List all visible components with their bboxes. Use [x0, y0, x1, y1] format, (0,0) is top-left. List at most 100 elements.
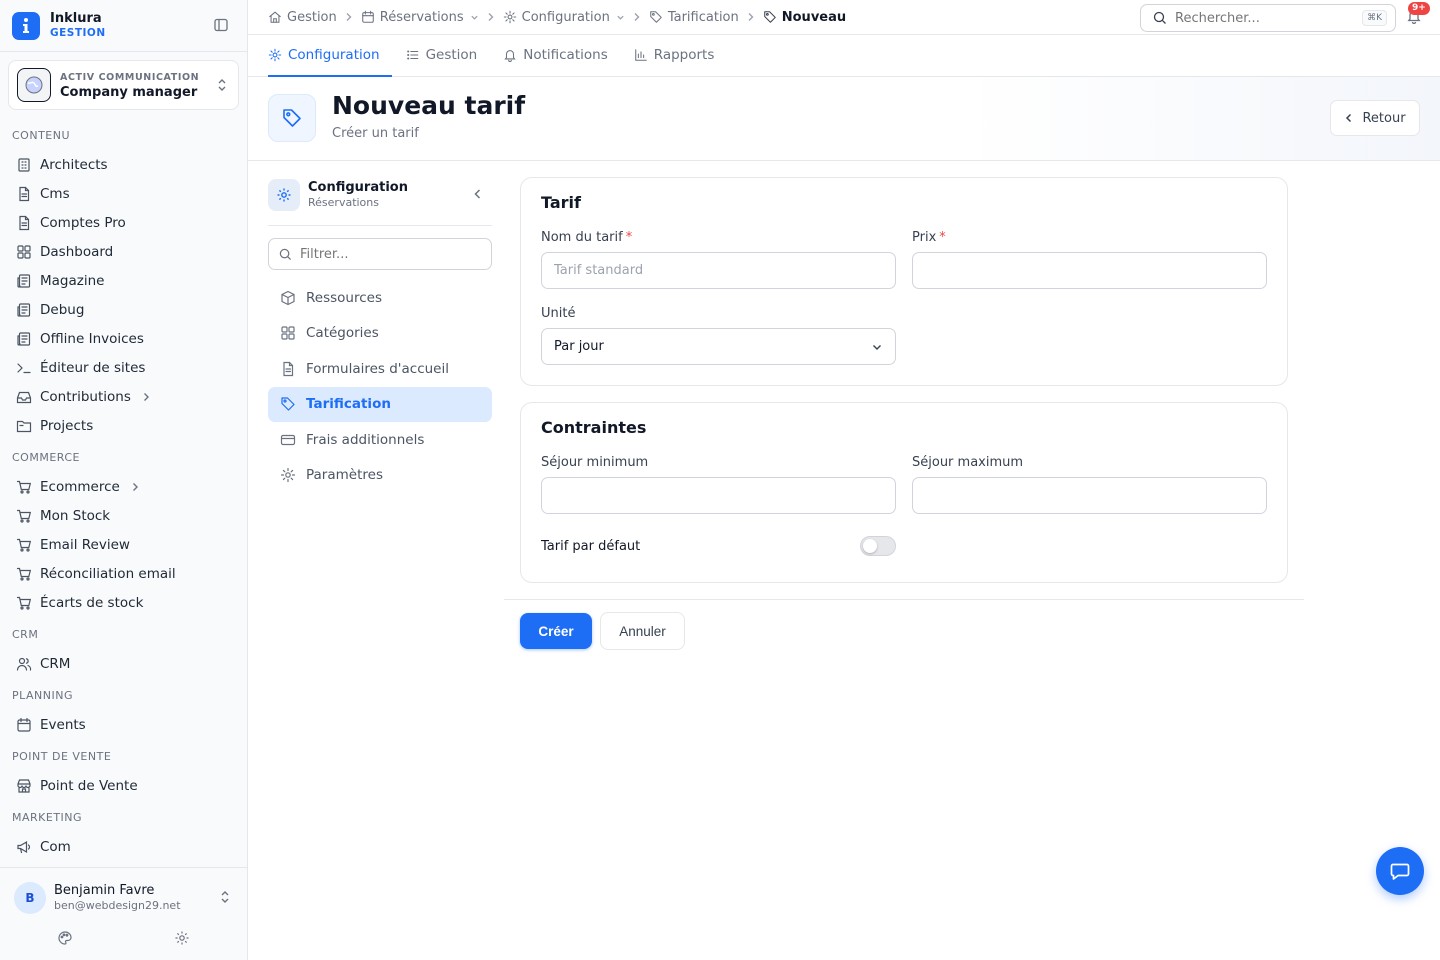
sidebar-section-label: COMMERCE: [12, 451, 80, 464]
user-menu[interactable]: B Benjamin Favre ben@webdesign29.net: [0, 868, 247, 914]
sidebar-item-comptes-pro[interactable]: Comptes Pro: [0, 208, 247, 237]
min-stay-input[interactable]: [541, 477, 896, 514]
sidebar-item--carts-de-stock[interactable]: Écarts de stock: [0, 588, 247, 617]
chevron-down-icon[interactable]: [470, 13, 479, 22]
tag-icon: [268, 94, 316, 142]
sidebar-section-label: CONTENU: [12, 129, 71, 142]
user-panel: B Benjamin Favre ben@webdesign29.net: [0, 867, 247, 960]
chevron-up-down-icon[interactable]: [219, 890, 231, 904]
file-icon: [16, 186, 32, 202]
breadcrumb-label: Gestion: [287, 9, 337, 25]
company-role: Company manager: [60, 85, 198, 100]
breadcrumb-label: Tarification: [667, 9, 739, 25]
tab-label: Notifications: [523, 47, 608, 63]
gear-icon: [503, 10, 517, 24]
sidebar-item-crm[interactable]: CRM: [0, 649, 247, 678]
sidebar-item-email-review[interactable]: Email Review: [0, 530, 247, 559]
company-org: ACTIV COMMUNICATION: [60, 72, 200, 83]
tab-rapports[interactable]: Rapports: [634, 35, 727, 77]
card-icon: [280, 432, 296, 448]
chevron-down-icon[interactable]: [616, 13, 625, 22]
sidebar-item-architects[interactable]: Architects: [0, 150, 247, 179]
filter-box[interactable]: [268, 238, 492, 270]
tab-gestion[interactable]: Gestion: [406, 35, 490, 77]
cart-icon: [16, 595, 32, 611]
home-icon: [268, 10, 282, 24]
tab-notifications[interactable]: Notifications: [503, 35, 620, 77]
subnav-title: Configuration: [308, 180, 408, 195]
name-label-text: Nom du tarif: [541, 230, 623, 245]
subnav-item-formulaires-d-accueil[interactable]: Formulaires d'accueil: [268, 351, 492, 387]
sidebar-item-cms[interactable]: Cms: [0, 179, 247, 208]
chevron-right-icon: [487, 12, 495, 22]
search-input[interactable]: [1175, 10, 1355, 26]
sidebar-item-label: Point de Vente: [40, 777, 138, 794]
price-label: Prix *: [912, 230, 946, 245]
sidebar-item-point-de-vente[interactable]: Point de Vente: [0, 771, 247, 800]
subnav-item-frais-additionnels[interactable]: Frais additionnels: [268, 422, 492, 458]
newspaper-icon: [16, 331, 32, 347]
sidebar-toggle-icon[interactable]: [213, 17, 229, 33]
company-switcher[interactable]: ACTIV COMMUNICATION Company manager: [8, 60, 239, 110]
brand: Inklura GESTION: [0, 0, 247, 52]
max-stay-input[interactable]: [912, 477, 1267, 514]
sidebar-item-mon-stock[interactable]: Mon Stock: [0, 501, 247, 530]
subnav-item-param-tres[interactable]: Paramètres: [268, 458, 492, 494]
subnav-item-cat-gories[interactable]: Catégories: [268, 316, 492, 352]
price-input[interactable]: [912, 252, 1267, 289]
required-marker: *: [939, 230, 946, 245]
sidebar-item--diteur-de-sites[interactable]: Éditeur de sites: [0, 353, 247, 382]
sidebar-item-label: Mon Stock: [40, 507, 111, 524]
subnav-item-tarification[interactable]: Tarification: [268, 386, 492, 422]
breadcrumb-r-servations[interactable]: Réservations: [361, 10, 479, 25]
sidebar-item-debug[interactable]: Debug: [0, 295, 247, 324]
breadcrumb-configuration[interactable]: Configuration: [503, 10, 625, 25]
brand-logo-icon[interactable]: [12, 11, 40, 40]
breadcrumb-tarification[interactable]: Tarification: [649, 10, 739, 25]
sidebar-item-ecommerce[interactable]: Ecommerce: [0, 472, 247, 501]
gear-icon[interactable]: [174, 930, 190, 946]
sidebar-section-label: CRM: [12, 628, 39, 641]
chevron-right-icon: [130, 482, 140, 492]
subnav-item-ressources[interactable]: Ressources: [268, 280, 492, 316]
sidebar-item-offline-invoices[interactable]: Offline Invoices: [0, 324, 247, 353]
breadcrumb-label: Configuration: [521, 9, 610, 25]
collapse-chevron-left-icon[interactable]: [472, 188, 484, 200]
sidebar-item-label: Offline Invoices: [40, 330, 144, 347]
building-icon: [16, 157, 32, 173]
create-button[interactable]: Créer: [520, 613, 592, 649]
sidebar-item-magazine[interactable]: Magazine: [0, 266, 247, 295]
min-stay-label: Séjour minimum: [541, 455, 649, 470]
tarif-card: Tarif Nom du tarif* Prix* Unité Par jour: [520, 177, 1288, 386]
chat-bubble-icon[interactable]: [1376, 847, 1424, 895]
sidebar-section-label: MARKETING: [12, 811, 83, 824]
tag-icon: [649, 10, 663, 24]
breadcrumb-gestion[interactable]: Gestion: [268, 10, 337, 25]
tarif-name-input[interactable]: [541, 252, 896, 289]
sidebar-item-projects[interactable]: Projects: [0, 411, 247, 440]
back-label: Retour: [1362, 110, 1406, 126]
back-button[interactable]: Retour: [1330, 100, 1420, 136]
sidebar-item-events[interactable]: Events: [0, 710, 247, 739]
sidebar-item-com[interactable]: Com: [0, 832, 247, 861]
gear-icon: [280, 467, 296, 483]
unit-select[interactable]: Par jour: [541, 328, 896, 365]
sidebar: Inklura GESTION ACTIV COMMUNICATION Comp…: [0, 0, 248, 960]
sidebar-item-contributions[interactable]: Contributions: [0, 382, 247, 411]
sidebar-item-dashboard[interactable]: Dashboard: [0, 237, 247, 266]
palette-icon[interactable]: [57, 930, 73, 946]
filter-input[interactable]: [300, 246, 470, 262]
default-rate-toggle[interactable]: [860, 536, 896, 556]
subnav-item-label: Ressources: [306, 289, 382, 306]
topbar: Gestion Réservations Configuration Tarifica…: [248, 0, 1440, 35]
tab-configuration[interactable]: Configuration: [268, 35, 392, 77]
globe-icon: [17, 68, 51, 102]
terminal-icon: [16, 360, 32, 376]
sidebar-item-r-conciliation-email[interactable]: Réconciliation email: [0, 559, 247, 588]
chevron-left-icon: [1344, 113, 1354, 123]
sidebar-nav: CONTENU Architects Cms Comptes Pro Dashboard…: [0, 118, 247, 868]
sidebar-item-label: Magazine: [40, 272, 105, 289]
subnav-header: Configuration Réservations: [268, 177, 492, 213]
cancel-button[interactable]: Annuler: [600, 612, 685, 650]
search-box[interactable]: ⌘K: [1140, 4, 1396, 32]
